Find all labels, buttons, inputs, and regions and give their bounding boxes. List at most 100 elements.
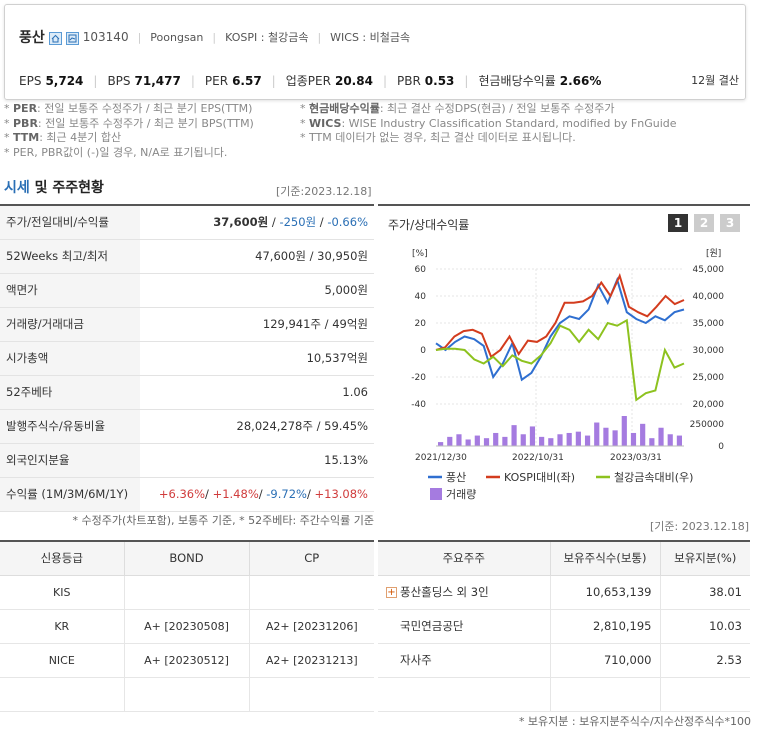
legend-label: KOSPI대비(좌) [504,471,575,484]
volume-bar [594,422,600,446]
volume-bar [539,436,545,446]
volume-tick-label: 250000 [690,420,725,430]
company-header: 풍산 103140 | Poongsan | KOSPI : 철강금속 | WI… [4,4,746,100]
volume-bar [575,431,581,446]
volume-bar [630,432,637,446]
col-header: 주요주주 [378,540,551,576]
table-row [378,677,750,712]
chart-panel: 주가/상대수익률 1 2 3 [%] [원] 60 45,000 40 40,000 20 3… [378,204,750,510]
x-tick-label: 2023/03/31 [610,453,662,463]
left-tick-label: 20 [415,319,427,329]
volume-bar [520,434,526,446]
right-tick-label: 45,000 [693,265,725,275]
volume-bar [511,425,517,446]
volume-bar [621,416,627,446]
table-row: KR A+ [20230508] A2+ [20231206] [0,609,374,644]
volume-bar [548,438,554,446]
left-tick-label: -40 [411,400,426,410]
credit-table: 신용등급 BOND CP KIS KR A+ [20230508] A2+ [20231… [0,540,374,712]
volume-bar [566,432,572,446]
series-line-3 [435,318,685,402]
volume-bar [676,435,682,446]
chart-link-icon[interactable] [65,31,79,45]
table-row: + 풍산홀딩스 외 3인 10,653,139 38.01 [378,575,750,610]
table-row: 52Weeks 최고/최저 47,600원 / 30,950원 [0,239,374,274]
right-tick-label: 40,000 [693,292,725,302]
quote-footnote: * 수정주가(차트포함), 보통주 기준, * 52주베타: 주간수익률 기준 [72,514,374,527]
volume-bar [493,432,499,446]
section-title: 시세 및 주주현황 [4,180,104,196]
right-axis-unit: [원] [706,248,721,259]
notes-right: * 현금배당수익률: 최근 결산 수정DPS(현금) / 전일 보통주 수정주가… [300,102,677,144]
table-row: 거래량/거래대금 129,941주 / 49억원 [0,307,374,342]
table-row: KIS [0,575,374,610]
holders-table: 주요주주 보유주식수(보통) 보유지분(%) + 풍산홀딩스 외 3인 10,653,1… [378,540,750,712]
metric-bps: BPS 71,477 [107,73,181,88]
right-tick-label: 30,000 [693,346,725,356]
metric-eps: EPS 5,724 [19,73,84,88]
fiscal-month: 12월 결산 [691,74,739,87]
expand-icon[interactable]: + [386,587,397,598]
volume-bar [502,436,508,446]
table-row: 액면가 5,000원 [0,273,374,308]
volume-bar [667,434,673,446]
volume-bar [584,435,591,446]
col-header: 신용등급 [0,540,125,576]
table-row: 자사주 710,000 2.53 [378,643,750,678]
holders-footnote: * 보유지분 : 보유지분주식수/지수산정주식수*100 [518,715,751,728]
x-tick-label: 2021/12/30 [415,453,467,463]
volume-bar [603,427,609,446]
quote-table: 주가/전일대비/수익률 37,600원 / -250원 / -0.66% 52We… [0,204,374,512]
volume-bar [557,434,563,446]
english-name: Poongsan [150,30,204,44]
notes-left: * PER: 전일 보통주 수정주가 / 최근 분기 EPS(TTM) * PB… [4,102,254,159]
volume-bar [640,423,646,446]
right-tick-label: 35,000 [693,319,725,329]
metric-pbr: PBR 0.53 [396,73,455,88]
left-tick-label: 0 [420,346,426,356]
volume-bar [438,442,444,446]
table-row [0,677,374,712]
volume-bar [612,430,618,446]
volume-bar [649,438,655,446]
right-tick-label: 25,000 [693,373,725,383]
series-line-2 [435,272,685,359]
col-header: 보유주식수(보통) [550,540,661,576]
wics-sector: WICS : 비철금속 [330,31,411,44]
section-basis-date: [기준:2023.12.18] [276,185,372,198]
metric-sector-per: 업종PER 20.84 [285,74,373,88]
table-row: 발행주식수/유동비율 28,024,278주 / 59.45% [0,409,374,444]
left-axis-unit: [%] [412,249,428,259]
legend-swatch [430,488,442,500]
right-tick-label: 20,000 [693,400,725,410]
company-name[interactable]: 풍산 [19,27,45,47]
table-row: 외국인지분율 15.13% [0,443,374,478]
legend-label: 거래량 [446,488,476,501]
price-chart: [%] [원] 60 45,000 40 40,000 20 35,000 0 30,000 -20… [411,248,725,501]
kospi-sector: KOSPI : 철강금속 [225,31,309,44]
metrics-bar: EPS 5,724 | BPS 71,477 | PER 6.57 | 업종PER 20… [19,73,739,89]
volume-bar [456,434,462,446]
volume-bar [465,439,471,446]
col-header: BOND [124,540,250,576]
table-row: NICE A+ [20230512] A2+ [20231213] [0,643,374,678]
volume-bar [483,438,490,446]
x-tick-label: 2022/10/31 [512,453,564,463]
col-header: CP [249,540,374,576]
col-header: 보유지분(%) [660,540,750,576]
holders-basis-date: [기준: 2023.12.18] [650,520,750,533]
table-row: 수익률 (1M/3M/6M/1Y) +6.36%/ +1.48%/ -9.72%/… [0,477,374,512]
metric-dividend-yield: 현금배당수익률 2.66% [478,74,602,88]
left-tick-label: 60 [415,265,427,275]
left-tick-label: -20 [411,373,426,383]
left-tick-label: 40 [415,292,427,302]
table-row: 52주베타 1.06 [0,375,374,410]
table-row: 시가총액 10,537억원 [0,341,374,376]
legend-label: 철강금속대비(우) [614,471,693,484]
home-icon[interactable] [48,31,62,45]
volume-bar [447,436,453,446]
stock-code: 103140 [82,30,129,44]
table-row: 주가/전일대비/수익률 37,600원 / -250원 / -0.66% [0,204,374,240]
volume-bar [529,426,536,446]
metric-per: PER 6.57 [204,73,262,88]
